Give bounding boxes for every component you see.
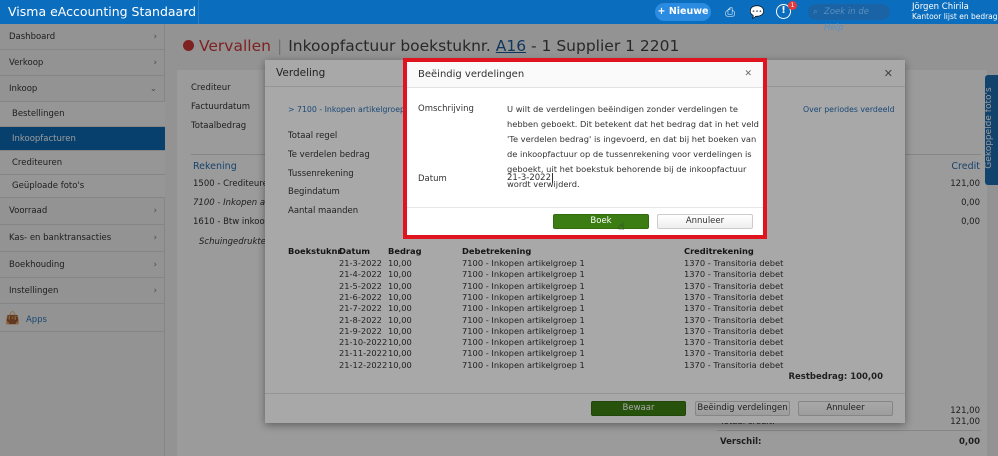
hand-cursor-icon: ☝ <box>618 220 625 233</box>
date-input[interactable]: 21-3-2022 <box>507 173 553 183</box>
search-icon: ⌕ <box>813 7 818 17</box>
company-name: Kantoor lijst en bedrag <box>912 12 998 21</box>
chevron-down-icon[interactable]: ⌄ <box>182 5 190 15</box>
divider <box>407 207 763 208</box>
user-name: Jörgen Chirila <box>912 2 969 12</box>
print-icon[interactable]: ⎙ <box>722 4 738 20</box>
notification-badge: 1 <box>788 1 797 10</box>
new-button[interactable]: + Nieuwe <box>655 3 711 21</box>
dialog-title: Beëindig verdelingen <box>418 69 525 80</box>
description-label: Omschrijving <box>418 104 474 114</box>
dialog-header: Beëindig verdelingen ✕ <box>407 62 763 88</box>
app-title[interactable]: Visma eAccounting Standaard <box>8 4 196 19</box>
cancel-button[interactable]: Annuleer <box>657 214 753 229</box>
top-bar: Visma eAccounting Standaard ⌄ + Nieuwe ⎙… <box>0 0 998 33</box>
date-label: Datum <box>418 174 447 184</box>
end-distributions-dialog: Beëindig verdelingen ✕ Omschrijving U wi… <box>403 58 767 239</box>
user-menu[interactable]: Jörgen Chirila Kantoor lijst en bedrag <box>912 2 998 22</box>
book-button[interactable]: Boek <box>553 214 649 229</box>
divider <box>198 0 199 24</box>
chat-icon[interactable]: 💬 <box>749 4 765 20</box>
close-icon[interactable]: ✕ <box>744 69 752 79</box>
help-search-input[interactable]: ⌕ Zoek in de Help <box>808 4 890 33</box>
